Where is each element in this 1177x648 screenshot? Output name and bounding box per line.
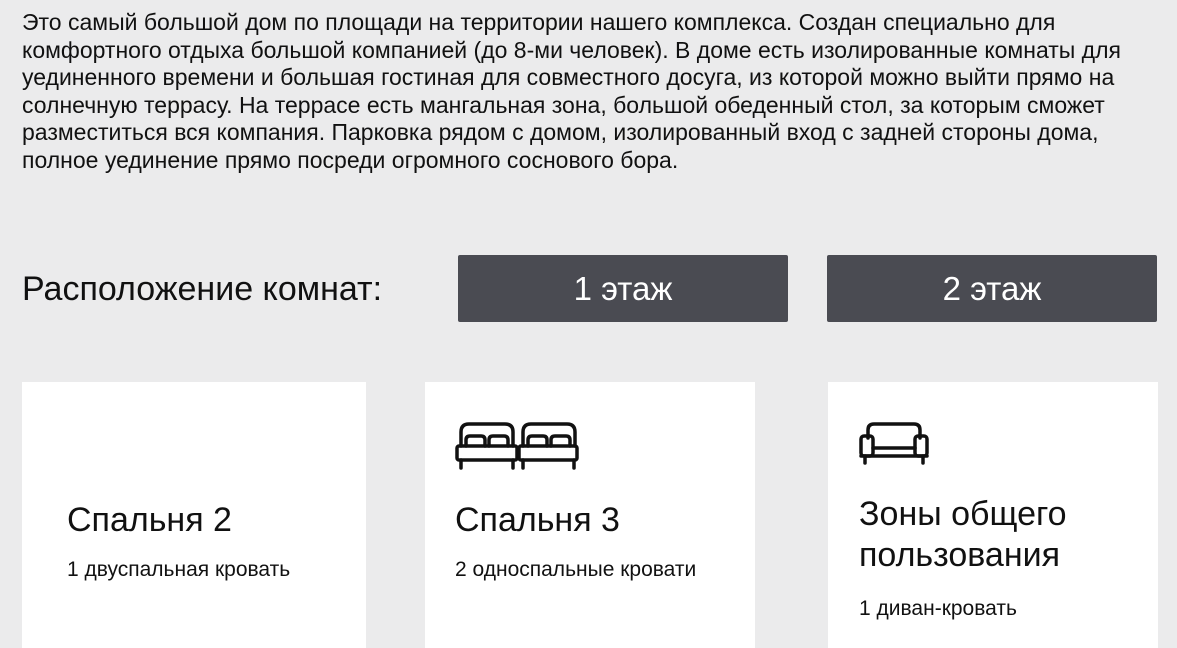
room-title: Зоны общего пользования [859,495,1067,574]
floor-2-button[interactable]: 2 этаж [827,255,1157,322]
sofa-icon [858,420,930,472]
room-beds: 1 двуспальная кровать [67,558,291,581]
rooms-layout-label: Расположение комнат: [22,270,383,308]
room-card-bedroom-3: Спальня 3 2 односпальные кровати [425,382,755,648]
room-title: Спальня 3 [455,501,620,539]
house-description: Это самый большой дом по площади на терр… [22,9,1121,173]
room-title: Спальня 2 [67,501,232,539]
room-beds: 2 односпальные кровати [455,558,697,581]
room-beds: 1 диван-кровать [859,597,1017,620]
room-card-bedroom-2: Спальня 2 1 двуспальная кровать [22,382,366,648]
room-card-common-areas: Зоны общего пользования 1 диван-кровать [828,382,1158,648]
two-beds-icon [455,420,579,472]
floor-1-button[interactable]: 1 этаж [458,255,788,322]
